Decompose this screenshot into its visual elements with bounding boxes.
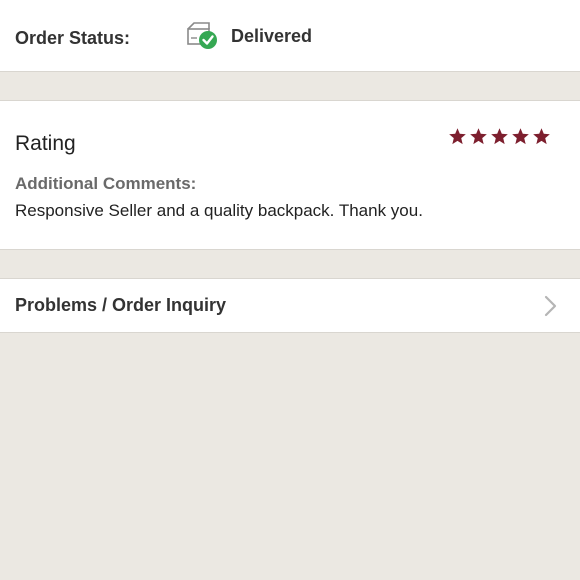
check-circle-icon	[199, 31, 217, 49]
additional-comments-text: Responsive Seller and a quality backpack…	[15, 201, 423, 220]
star-icon	[512, 128, 529, 145]
order-status-card: Order Status: Delivered	[0, 0, 580, 72]
star-icon	[491, 128, 508, 145]
chevron-right-icon	[544, 295, 557, 317]
order-inquiry-row[interactable]: Problems / Order Inquiry	[0, 278, 580, 333]
star-icon	[533, 128, 550, 145]
delivered-box-icon	[187, 22, 217, 49]
order-status-label: Order Status:	[15, 28, 131, 48]
rating-label: Rating	[15, 132, 76, 155]
additional-comments-label: Additional Comments:	[15, 174, 197, 193]
star-icon	[470, 128, 487, 145]
order-inquiry-label: Problems / Order Inquiry	[15, 295, 227, 315]
order-status-value: Delivered	[231, 26, 313, 46]
star-icon	[449, 128, 466, 145]
rating-card: Rating Additional Comments: Responsive S…	[0, 100, 580, 250]
star-rating	[448, 127, 551, 146]
